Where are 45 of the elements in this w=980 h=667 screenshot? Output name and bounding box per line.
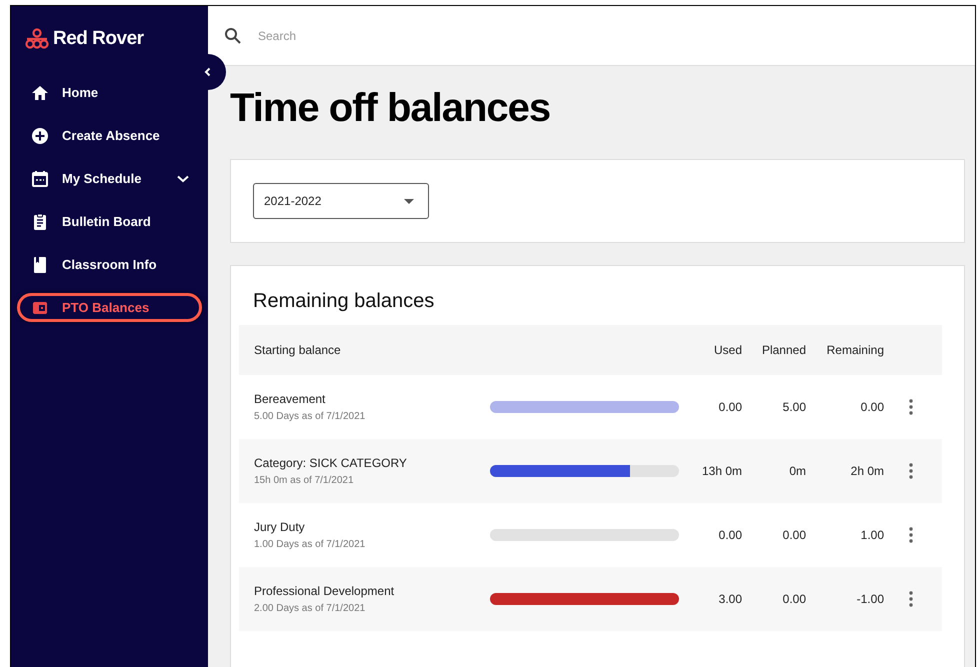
column-header: Planned xyxy=(760,343,806,357)
balance-name: Bereavement xyxy=(254,392,326,406)
used-value: 0.00 xyxy=(718,400,742,414)
column-header: Starting balance xyxy=(253,343,342,357)
nav-item[interactable]: Bulletin Board xyxy=(17,207,202,236)
year-select[interactable]: 2021-2022 xyxy=(253,183,429,219)
used-value: 0.00 xyxy=(718,528,742,542)
balance-name: Professional Development xyxy=(254,584,396,598)
page-title: Time off balances xyxy=(230,86,552,131)
more-icon[interactable] xyxy=(909,399,913,415)
nav-item[interactable]: Create Absence xyxy=(17,121,202,150)
column-header: Used xyxy=(712,343,742,357)
used-value: 13h 0m xyxy=(700,464,742,478)
nav-item[interactable]: Home xyxy=(17,78,202,107)
logo-icon xyxy=(25,28,49,50)
balance-name: Jury Duty xyxy=(254,520,306,534)
starting-balance: 5.00 Days as of 7/1/2021 xyxy=(254,411,366,422)
column-header: Remaining xyxy=(826,343,884,357)
section-title: Remaining balances xyxy=(253,290,436,313)
planned-value: 0.00 xyxy=(782,528,806,542)
remaining-value: -1.00 xyxy=(856,592,884,606)
calendar-icon xyxy=(30,168,50,188)
remaining-value: 2h 0m xyxy=(850,464,884,478)
remaining-value: 0.00 xyxy=(860,400,884,414)
chevron-left-icon xyxy=(203,67,213,77)
planned-value: 5.00 xyxy=(782,400,806,414)
planned-value: 0m xyxy=(788,464,806,478)
starting-balance: 1.00 Days as of 7/1/2021 xyxy=(254,539,366,550)
plus-icon xyxy=(30,126,50,146)
used-value: 3.00 xyxy=(718,592,742,606)
nav-item[interactable]: PTO Balances xyxy=(17,293,202,322)
more-icon[interactable] xyxy=(909,527,913,543)
remaining-value: 1.00 xyxy=(860,528,884,542)
more-icon[interactable] xyxy=(909,463,913,479)
more-icon[interactable] xyxy=(909,591,913,607)
brand-name: Red Rover xyxy=(53,28,144,50)
starting-balance: 15h 0m as of 7/1/2021 xyxy=(254,475,355,486)
nav-item[interactable]: Classroom Info xyxy=(17,250,202,279)
starting-balance: 2.00 Days as of 7/1/2021 xyxy=(254,603,366,614)
balance-name: Category: SICK CATEGORY xyxy=(254,456,408,470)
search-field[interactable]: Search xyxy=(256,28,560,44)
search-icon xyxy=(224,26,242,44)
planned-value: 0.00 xyxy=(782,592,806,606)
dropdown-arrow-icon xyxy=(404,198,414,204)
nav-item[interactable]: My Schedule xyxy=(17,164,202,193)
